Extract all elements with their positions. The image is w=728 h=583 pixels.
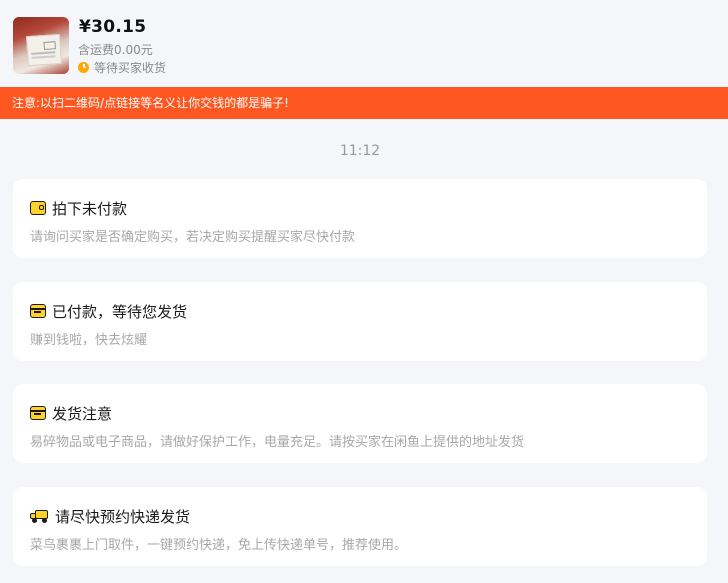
card-shipping-notice[interactable]: 发货注意 易碎物品或电子商品，请做好保护工作，电量充足。请按买家在闲鱼上提供的地… [13,384,707,463]
wallet-icon [30,201,46,215]
card-title: 发货注意 [52,404,113,423]
card-title: 请尽快预约快递发货 [55,507,191,526]
order-status-text: 等待买家收货 [94,60,167,75]
card-description: 请询问买家是否确定购买，若决定购买提醒买家尽快付款 [30,230,356,245]
order-price: ¥30.15 [79,17,147,37]
card-description: 易碎物品或电子商品，请做好保护工作，电量充足。请按买家在闲鱼上提供的地址发货 [30,435,525,450]
card-title: 拍下未付款 [52,199,128,218]
product-thumbnail[interactable] [13,17,69,74]
card-title: 已付款，等待您发货 [52,302,188,321]
package-icon [30,406,46,420]
order-status: 等待买家收货 [78,59,166,75]
scam-warning-banner: 注意:以扫二维码/点链接等名义让你交钱的都是骗子! [0,87,728,119]
truck-icon [30,509,49,523]
card-title-row: 发货注意 [30,403,112,423]
card-description: 赚到钱啦，快去炫耀 [30,333,148,348]
card-title-row: 拍下未付款 [30,198,127,218]
card-book-courier[interactable]: 请尽快预约快递发货 菜鸟裹裹上门取件，一键预约快递，免上传快递单号，推荐使用。 [13,487,707,566]
card-title-row: 已付款，等待您发货 [30,301,187,321]
product-image-content [25,33,63,67]
card-unpaid[interactable]: 拍下未付款 请询问买家是否确定购买，若决定购买提醒买家尽快付款 [13,179,707,258]
shipping-fee: 含运费0.00元 [78,43,153,57]
card-paid-awaiting-shipment[interactable]: 已付款，等待您发货 赚到钱啦，快去炫耀 [13,282,707,361]
message-timestamp: 11:12 [339,143,381,159]
clock-icon [78,61,89,73]
package-icon [30,304,46,318]
card-description: 菜鸟裹裹上门取件，一键预约快递，免上传快递单号，推荐使用。 [30,538,408,553]
card-title-row: 请尽快预约快递发货 [30,506,190,526]
order-header[interactable]: ¥30.15 含运费0.00元 等待买家收货 [0,0,728,87]
